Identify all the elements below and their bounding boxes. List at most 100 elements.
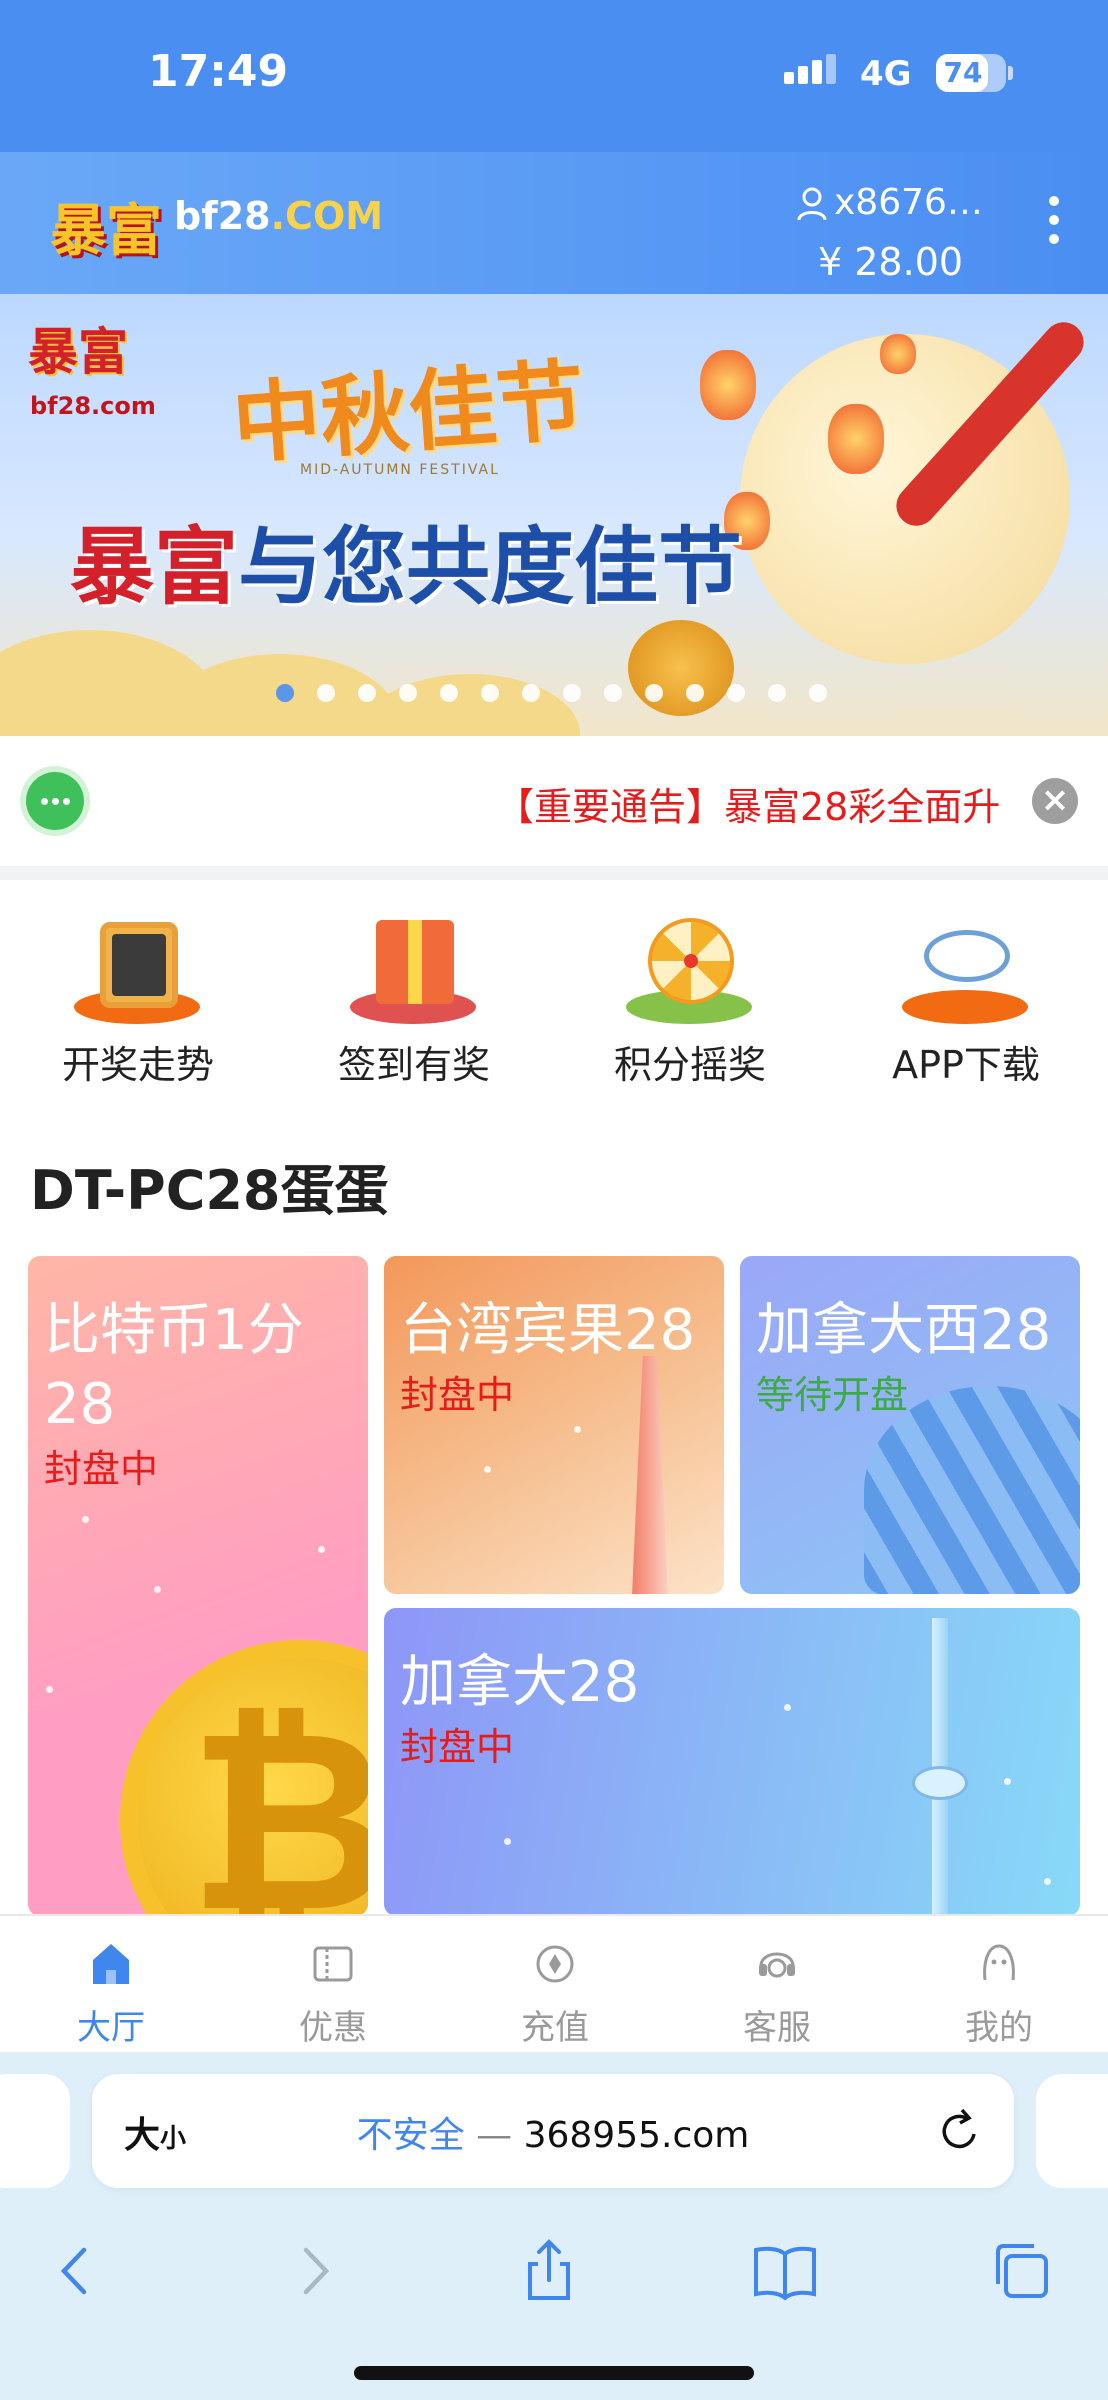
app-header: 暴富 bf28.COM x8676… ¥ 28.00 (0, 152, 1108, 294)
game-title: 比特币1分 28 (44, 1294, 304, 1442)
nav-item-deposit[interactable]: 充值 (444, 1916, 666, 2054)
carousel-dot[interactable] (768, 684, 786, 702)
reload-icon[interactable] (936, 2104, 984, 2156)
game-title: 台湾宾果28 (400, 1298, 696, 1363)
game-card-bitcoin[interactable]: ₿ 比特币1分 28 封盘中 (28, 1256, 368, 1916)
deposit-icon (536, 1945, 574, 1983)
url-domain: 368955.com (523, 2115, 750, 2156)
username[interactable]: x8676… (834, 182, 983, 223)
game-card-canada-west[interactable]: 加拿大西28 等待开盘 (740, 1256, 1080, 1594)
notice-bar[interactable]: 【重要通告】暴富28彩全面升 × (0, 736, 1108, 866)
nav-label: 客服 (743, 2008, 811, 2048)
previous-tab[interactable] (0, 2074, 70, 2188)
banner-slogan-brand: 暴富 (70, 517, 239, 616)
nav-label: 优惠 (299, 2008, 367, 2048)
section-title: DT-PC28蛋蛋 (30, 1159, 389, 1222)
nav-item-lobby[interactable]: 大厅 (0, 1916, 222, 2054)
signal-icon (784, 54, 840, 84)
carousel-dot[interactable] (399, 684, 417, 702)
home-indicator[interactable] (354, 2366, 754, 2380)
forward-icon[interactable] (280, 2238, 350, 2304)
game-title: 加拿大西28 (756, 1298, 1052, 1363)
carousel-dot[interactable] (686, 684, 704, 702)
quick-menu-label: 开奖走势 (61, 1043, 214, 1087)
carousel-dot[interactable] (727, 684, 745, 702)
next-tab[interactable] (1036, 2074, 1108, 2188)
quick-menu-label: APP下载 (892, 1043, 1040, 1087)
more-menu-icon[interactable] (1044, 196, 1064, 250)
cloud-download-icon (924, 930, 1010, 982)
game-status: 封盘中 (400, 1725, 515, 1769)
network-type: 4G (860, 54, 912, 94)
carousel-dot[interactable] (440, 684, 458, 702)
logo-domain-name: bf28 (174, 194, 271, 238)
nav-item-promotions[interactable]: 优惠 (222, 1916, 444, 2054)
carousel-dot[interactable] (317, 684, 335, 702)
bitcoin-glyph: ₿ (188, 1676, 368, 1916)
bookmarks-icon[interactable] (750, 2238, 820, 2304)
carousel-dot[interactable] (481, 684, 499, 702)
game-card-canada[interactable]: 加拿大28 封盘中 (384, 1608, 1080, 1916)
banner-logo-cn: 暴富 (28, 322, 128, 381)
url-separator: — (476, 2115, 513, 2156)
logo-cn[interactable]: 暴富 (50, 186, 162, 267)
bottom-nav: 大厅 优惠 充值 客服 我的 (0, 1914, 1108, 2052)
game-card-taiwan-bingo[interactable]: 台湾宾果28 封盘中 (384, 1256, 724, 1594)
game-title-line1: 比特币1分 (44, 1298, 304, 1363)
game-status: 等待开盘 (756, 1373, 909, 1417)
nav-label: 充值 (521, 2008, 589, 2048)
nav-label: 大厅 (77, 2008, 145, 2048)
promo-banner[interactable]: 暴富 bf28.com 中秋佳节 MID-AUTUMN FESTIVAL 暴富与… (0, 294, 1108, 736)
game-title: 加拿大28 (400, 1650, 640, 1715)
carousel-dot[interactable] (645, 684, 663, 702)
quick-menu-lottery[interactable]: 积分摇奖 (552, 900, 828, 1090)
notice-text[interactable]: 【重要通告】暴富28彩全面升 (496, 776, 1016, 831)
nav-item-support[interactable]: 客服 (666, 1916, 888, 2054)
logo-domain[interactable]: bf28.COM (174, 194, 383, 238)
carousel-dot[interactable] (522, 684, 540, 702)
banner-slogan-rest: 与您共度佳节 (238, 517, 743, 616)
carousel-dot[interactable] (563, 684, 581, 702)
profile-icon (983, 1944, 1015, 1981)
carousel-dot[interactable] (276, 684, 294, 702)
user-icon (797, 187, 827, 221)
url-text[interactable]: 不安全 — 368955.com (92, 2106, 1014, 2158)
lantern-graphic (700, 350, 756, 420)
battery-icon: 74 (936, 54, 1006, 92)
address-bar[interactable]: 大小 不安全 — 368955.com (92, 2074, 1014, 2188)
quick-menu-label: 签到有奖 (337, 1043, 490, 1087)
status-time: 17:49 (148, 46, 289, 97)
browser-toolbar: 大小 不安全 — 368955.com (0, 2052, 1108, 2400)
battery-percent: 74 (943, 56, 983, 89)
back-icon[interactable] (40, 2238, 110, 2304)
carousel-dot[interactable] (809, 684, 827, 702)
close-icon[interactable]: × (1032, 778, 1078, 824)
prize-wheel-icon (648, 918, 734, 1004)
banner-slogan: 暴富与您共度佳节 (70, 500, 742, 621)
nav-label: 我的 (965, 2008, 1033, 2048)
carousel-dot[interactable] (604, 684, 622, 702)
balance: ¥ 28.00 (818, 240, 964, 284)
quick-menu-app-download[interactable]: APP下载 (828, 900, 1104, 1090)
lantern-graphic (880, 334, 916, 374)
coupon-icon (313, 1946, 353, 1982)
game-status: 封盘中 (44, 1447, 159, 1491)
carousel-dot[interactable] (358, 684, 376, 702)
logo-tld: .COM (270, 194, 384, 238)
insecure-label: 不安全 (356, 2115, 465, 2156)
message-icon (26, 772, 84, 830)
quick-menu-trend[interactable]: 开奖走势 (0, 900, 276, 1090)
banner-title: 中秋佳节 (229, 347, 588, 477)
banner-logo-domain: bf28.com (30, 392, 156, 420)
share-icon[interactable] (514, 2238, 584, 2304)
battery-tip (1008, 66, 1013, 80)
nav-item-profile[interactable]: 我的 (888, 1916, 1108, 2054)
cn-tower-pod (912, 1766, 968, 1800)
tabs-icon[interactable] (986, 2238, 1056, 2304)
lantern-graphic (828, 404, 884, 474)
carousel-dots[interactable] (276, 684, 850, 704)
trend-chart-icon (100, 922, 178, 1008)
quick-menu-checkin[interactable]: 签到有奖 (276, 900, 552, 1090)
divider (0, 866, 1108, 880)
game-status: 封盘中 (400, 1373, 515, 1417)
